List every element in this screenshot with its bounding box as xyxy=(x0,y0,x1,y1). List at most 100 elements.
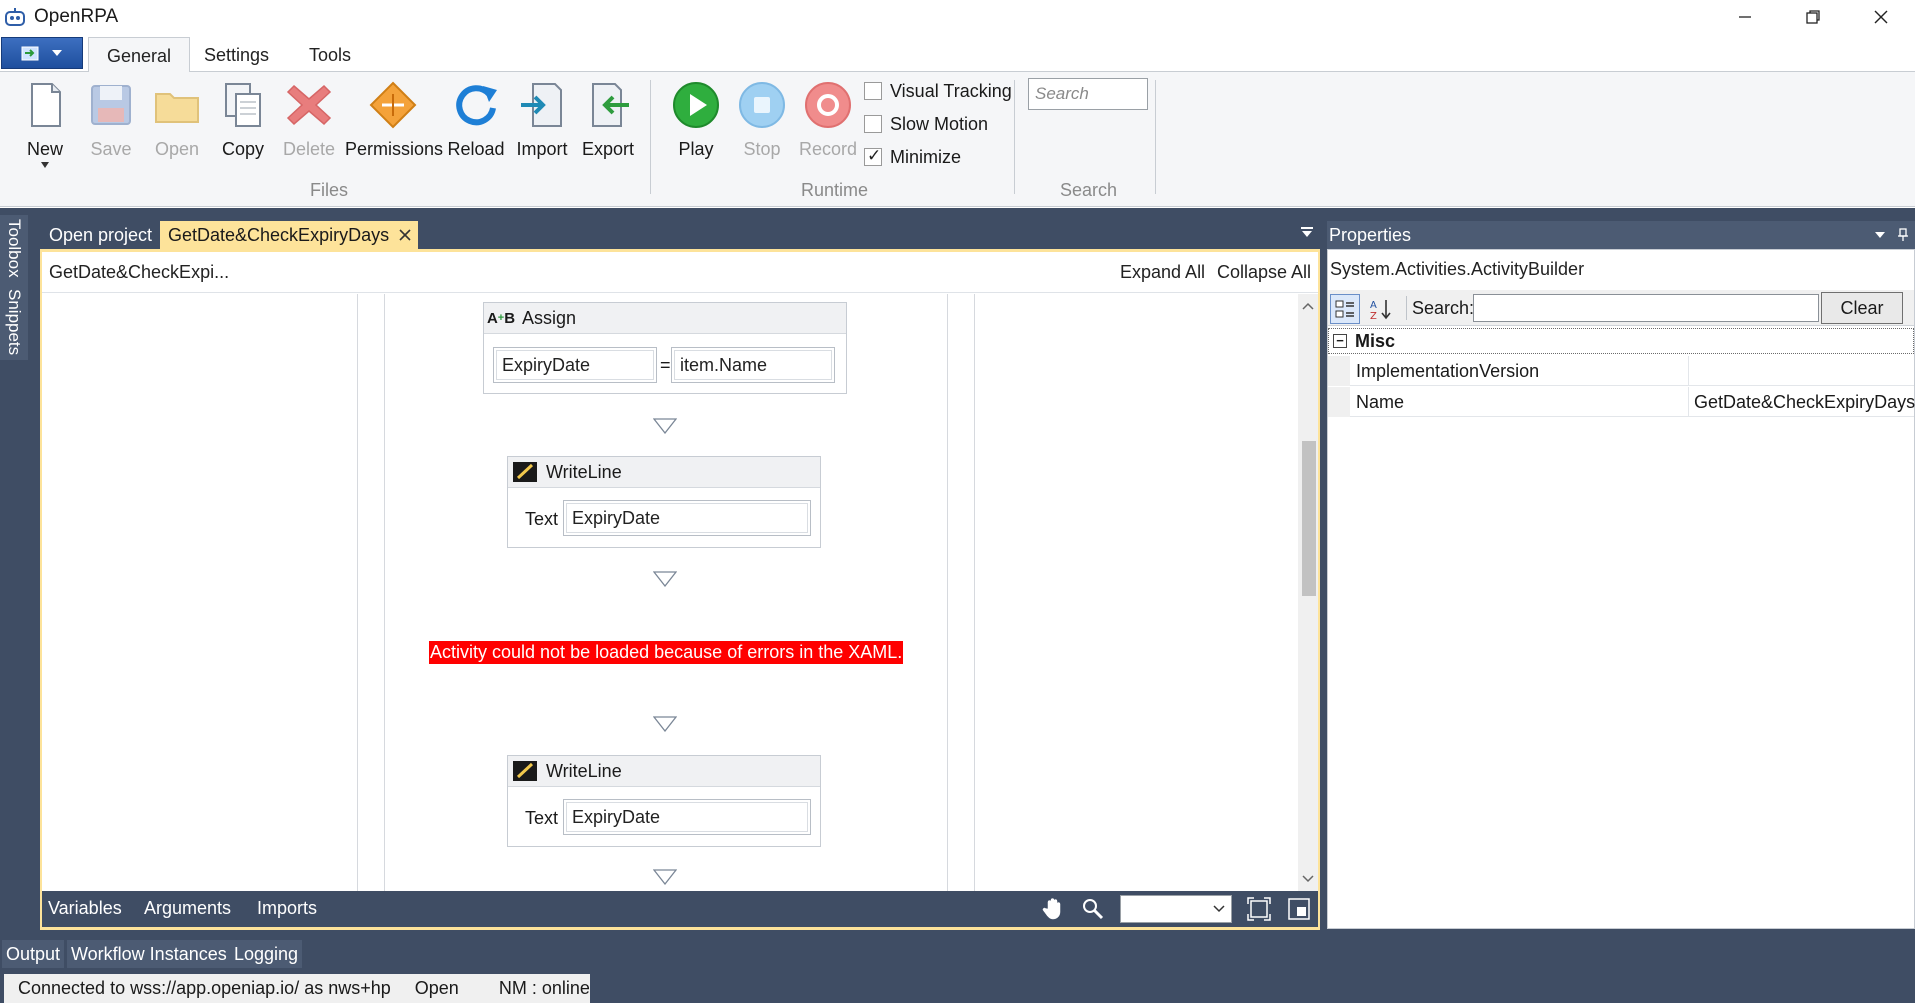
snippets-tab[interactable]: Snippets xyxy=(4,289,24,355)
slow-motion-checkbox[interactable] xyxy=(864,115,882,133)
stop-icon xyxy=(739,82,785,128)
slow-motion-toggle[interactable]: Slow Motion xyxy=(864,111,988,137)
sequence-border-line xyxy=(947,294,948,891)
properties-type-name: System.Activities.ActivityBuilder xyxy=(1330,259,1585,279)
category-misc[interactable]: − Misc xyxy=(1328,328,1914,354)
folder-icon xyxy=(155,93,199,123)
record-icon xyxy=(805,82,851,128)
toolbox-tab[interactable]: Toolbox xyxy=(4,219,24,278)
pane-menu-icon[interactable] xyxy=(1300,226,1314,238)
close-window-button[interactable] xyxy=(1847,0,1915,34)
expand-all-link[interactable]: Expand All xyxy=(1120,262,1205,283)
reload-button[interactable]: Reload xyxy=(443,80,509,160)
permissions-button[interactable]: Permissions xyxy=(345,80,444,160)
scroll-down-icon[interactable] xyxy=(1298,871,1318,887)
assign-activity-header: A + B Assign xyxy=(484,303,846,334)
chevron-down-icon[interactable] xyxy=(1874,231,1886,239)
minimize-checkbox[interactable] xyxy=(864,146,882,166)
clear-search-button[interactable]: Clear xyxy=(1821,292,1903,324)
tab-workflow-instances[interactable]: Workflow Instances xyxy=(67,940,231,968)
zoom-level-select[interactable] xyxy=(1120,895,1232,923)
tab-open-project[interactable]: Open project xyxy=(41,221,160,249)
designer-bottom-bar: Variables Arguments Imports xyxy=(42,891,1318,927)
drop-arrow-icon[interactable] xyxy=(653,716,677,732)
record-button[interactable]: Record xyxy=(795,80,861,160)
pan-hand-icon[interactable] xyxy=(1041,897,1065,921)
save-button-label: Save xyxy=(90,139,132,159)
reload-button-label: Reload xyxy=(447,139,505,159)
export-button[interactable]: Export xyxy=(575,80,641,160)
sort-az-icon: AZ xyxy=(1370,300,1391,321)
new-button[interactable]: New xyxy=(12,80,78,168)
designer-vertical-scrollbar[interactable] xyxy=(1298,294,1318,891)
permissions-button-label: Permissions xyxy=(345,139,444,159)
arguments-tab[interactable]: Arguments xyxy=(144,898,231,919)
sequence-border-line xyxy=(974,294,975,891)
breadcrumb[interactable]: GetDate&CheckExpi... xyxy=(49,262,229,283)
designer-canvas[interactable]: A + B Assign ExpiryDate = item.Name WriteL… xyxy=(42,294,1298,891)
property-gutter xyxy=(1328,356,1350,386)
fit-to-screen-icon[interactable] xyxy=(1247,897,1271,921)
drop-arrow-icon[interactable] xyxy=(653,418,677,434)
delete-button[interactable]: Delete xyxy=(276,80,342,160)
app-menu-icon xyxy=(21,46,39,61)
title-bar: OpenRPA xyxy=(0,0,1915,34)
pin-icon[interactable] xyxy=(1897,228,1909,242)
application-menu-button[interactable] xyxy=(1,37,83,69)
close-tab-icon[interactable] xyxy=(398,228,412,242)
tab-workflow[interactable]: GetDate&CheckExpiryDays xyxy=(160,221,419,249)
drop-arrow-icon[interactable] xyxy=(653,869,677,885)
restore-icon xyxy=(1806,10,1820,24)
import-icon xyxy=(521,83,562,127)
minimize-toggle[interactable]: Minimize xyxy=(864,144,961,170)
writeline-text-input[interactable]: ExpiryDate xyxy=(563,500,811,536)
ribbon-search-input[interactable]: Search xyxy=(1028,78,1148,110)
property-value[interactable]: GetDate&CheckExpiryDays xyxy=(1694,392,1915,413)
tab-logging[interactable]: Logging xyxy=(230,940,303,968)
collapse-icon[interactable]: − xyxy=(1333,334,1347,348)
writeline-activity[interactable]: WriteLine Text ExpiryDate xyxy=(507,755,821,847)
ribbon-tab-tools[interactable]: Tools xyxy=(291,37,369,73)
play-button[interactable]: Play xyxy=(663,80,729,160)
scrollbar-thumb[interactable] xyxy=(1302,441,1316,596)
variables-tab[interactable]: Variables xyxy=(48,898,122,919)
writeline-text-input[interactable]: ExpiryDate xyxy=(563,799,811,835)
writeline-activity[interactable]: WriteLine Text ExpiryDate xyxy=(507,456,821,548)
overview-map-icon[interactable] xyxy=(1287,897,1311,921)
open-button[interactable]: Open xyxy=(144,80,210,160)
drop-arrow-icon[interactable] xyxy=(653,571,677,587)
sort-alphabetical-button[interactable]: AZ xyxy=(1366,294,1396,324)
ribbon-tab-general[interactable]: General xyxy=(88,37,191,74)
writeline-text-label: Text xyxy=(525,509,559,529)
restore-window-button[interactable] xyxy=(1779,0,1847,34)
collapse-all-link[interactable]: Collapse All xyxy=(1217,262,1311,283)
zoom-magnifier-icon[interactable] xyxy=(1081,897,1105,921)
new-dropdown-arrow-icon xyxy=(41,162,49,168)
delete-button-label: Delete xyxy=(282,139,336,159)
imports-tab[interactable]: Imports xyxy=(257,898,317,919)
properties-search-input[interactable] xyxy=(1473,294,1819,322)
visual-tracking-checkbox[interactable] xyxy=(864,82,882,100)
stop-button[interactable]: Stop xyxy=(729,80,795,160)
copy-button[interactable]: Copy xyxy=(210,80,276,160)
scroll-up-icon[interactable] xyxy=(1298,298,1318,314)
assign-value-input[interactable]: item.Name xyxy=(671,347,835,383)
ribbon-tab-settings[interactable]: Settings xyxy=(186,37,287,73)
connection-state: Open xyxy=(414,978,459,998)
property-row-implementation-version[interactable]: ImplementationVersion xyxy=(1328,356,1914,386)
chevron-down-icon xyxy=(1213,905,1225,913)
minimize-window-button[interactable] xyxy=(1711,0,1779,34)
tab-output[interactable]: Output xyxy=(2,940,65,968)
save-button[interactable]: Save xyxy=(78,80,144,160)
assign-to-input[interactable]: ExpiryDate xyxy=(493,347,657,383)
properties-toolbar: AZ Search: Clear xyxy=(1328,290,1914,326)
property-row-name[interactable]: Name GetDate&CheckExpiryDays xyxy=(1328,387,1915,417)
save-icon xyxy=(91,85,131,125)
play-button-label: Play xyxy=(678,139,714,159)
assign-activity[interactable]: A + B Assign ExpiryDate = item.Name xyxy=(483,302,847,394)
writeline-text-label: Text xyxy=(525,808,559,828)
nm-status: NM : online xyxy=(498,978,590,998)
import-button[interactable]: Import xyxy=(509,80,575,160)
visual-tracking-toggle[interactable]: Visual Tracking xyxy=(864,78,1012,104)
categorize-button[interactable] xyxy=(1330,294,1360,324)
